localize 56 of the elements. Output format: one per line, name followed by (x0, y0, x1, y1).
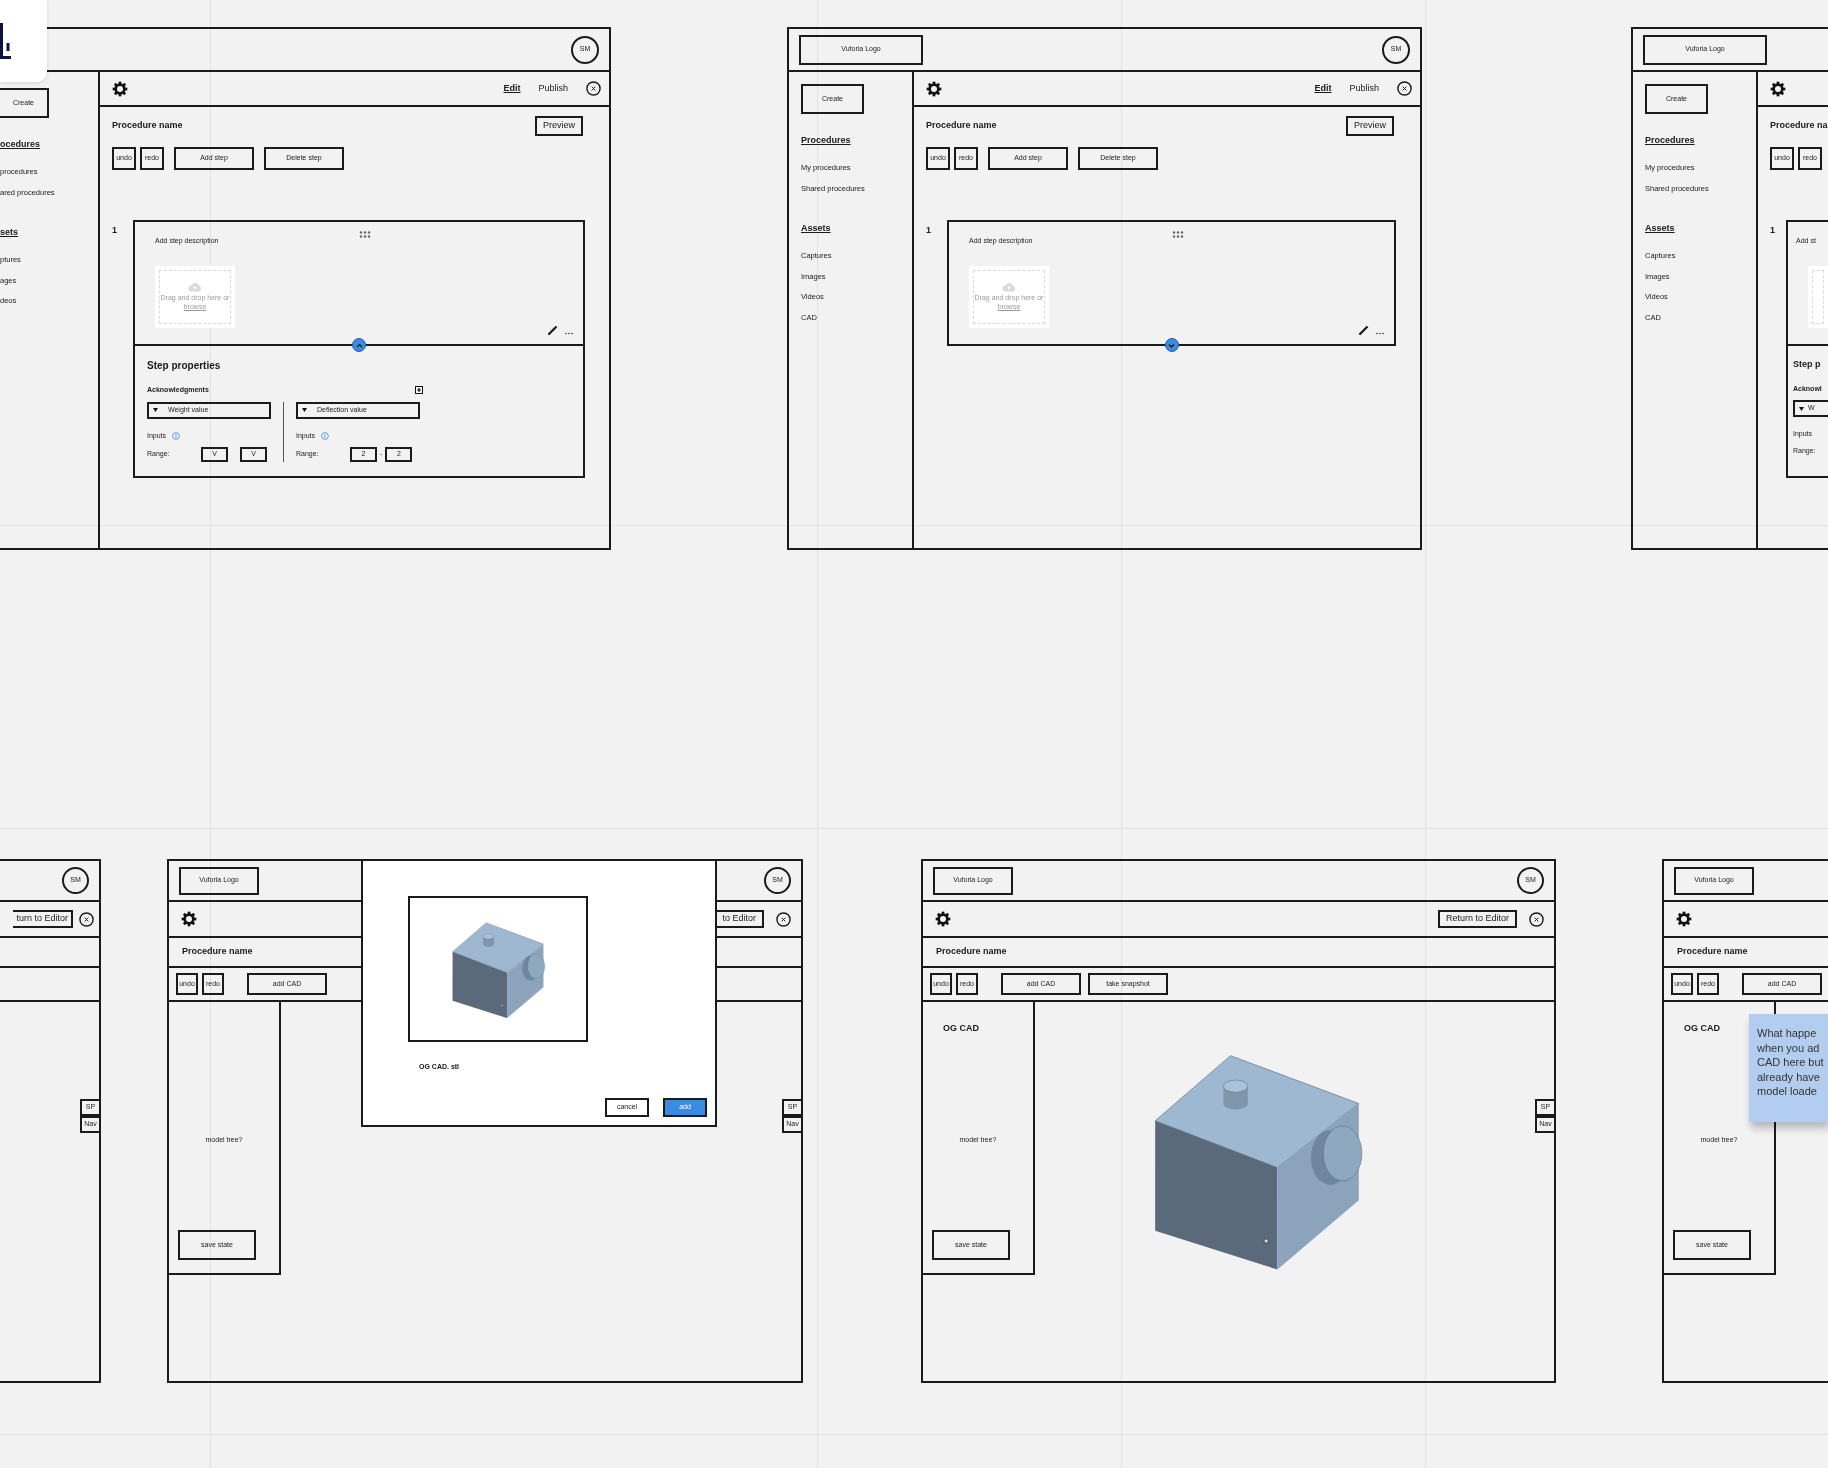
settings-icon[interactable] (1770, 80, 1786, 97)
chevron-icon[interactable] (1168, 342, 1175, 348)
section-heading: Assets (1645, 224, 1676, 233)
tab[interactable]: Edit (503, 81, 521, 96)
sticky-note: What happe when you ad CAD here but already have model loade (1749, 1014, 1828, 1122)
frame-tool-icon[interactable] (0, 23, 11, 59)
return-button[interactable]: turn to Editor (13, 910, 73, 928)
panel-heading: OG CAD (1684, 1022, 1720, 1035)
add-icon[interactable] (415, 386, 423, 395)
step-number: 1 (112, 224, 118, 237)
tab[interactable]: Publish (538, 81, 568, 96)
pencil-icon[interactable] (1358, 324, 1370, 336)
procedure-title: Procedure name (1677, 945, 1748, 959)
close-icon[interactable] (79, 911, 94, 927)
close-icon[interactable] (1397, 81, 1412, 96)
settings-icon[interactable] (112, 80, 128, 97)
cloud-upload-icon (1002, 282, 1016, 293)
drag-handle-icon[interactable] (359, 231, 371, 238)
procedure-title: Procedure na (1770, 119, 1828, 133)
section-heading: Step p (1793, 358, 1822, 371)
settings-icon[interactable] (926, 80, 942, 97)
panel-heading: OG CAD (943, 1022, 979, 1035)
return-button[interactable]: Return to Editor (1437, 910, 1517, 928)
cloud-upload-icon (188, 282, 202, 293)
chevron-icon[interactable] (355, 342, 363, 348)
procedure-title: Procedure name (926, 119, 997, 133)
section-heading: ocedures (0, 140, 42, 149)
drag-handle-icon[interactable] (1171, 231, 1184, 238)
close-icon[interactable] (586, 81, 601, 96)
section-heading: Procedures (1645, 136, 1696, 145)
tab[interactable]: Edit (1314, 81, 1332, 96)
more-icon[interactable] (565, 332, 573, 335)
preview-button[interactable]: Preview (535, 116, 583, 136)
pencil-icon[interactable] (547, 324, 559, 336)
caret-icon (1799, 406, 1804, 411)
collapse-toggle[interactable] (1164, 338, 1179, 352)
section-heading: Procedures (801, 136, 852, 145)
tab[interactable]: Publish (1349, 81, 1379, 96)
procedure-title: Procedure name (112, 119, 183, 133)
step-number: 1 (926, 224, 932, 237)
settings-icon[interactable] (1676, 911, 1692, 927)
caret-icon (302, 408, 307, 412)
procedure-title: Procedure name (182, 945, 253, 959)
settings-icon[interactable] (935, 911, 951, 927)
section-heading: sets (0, 228, 19, 237)
collapse-toggle[interactable] (352, 338, 366, 352)
close-icon[interactable] (1529, 911, 1544, 927)
settings-icon[interactable] (181, 911, 197, 927)
preview-button[interactable]: Preview (1346, 116, 1394, 136)
section-heading: Step properties (147, 359, 222, 373)
more-icon[interactable] (1376, 332, 1384, 335)
close-icon[interactable] (776, 911, 791, 927)
procedure-title: Procedure name (936, 945, 1007, 959)
section-heading: Assets (801, 224, 832, 233)
step-number: 1 (1770, 224, 1776, 237)
caret-icon (153, 408, 158, 412)
